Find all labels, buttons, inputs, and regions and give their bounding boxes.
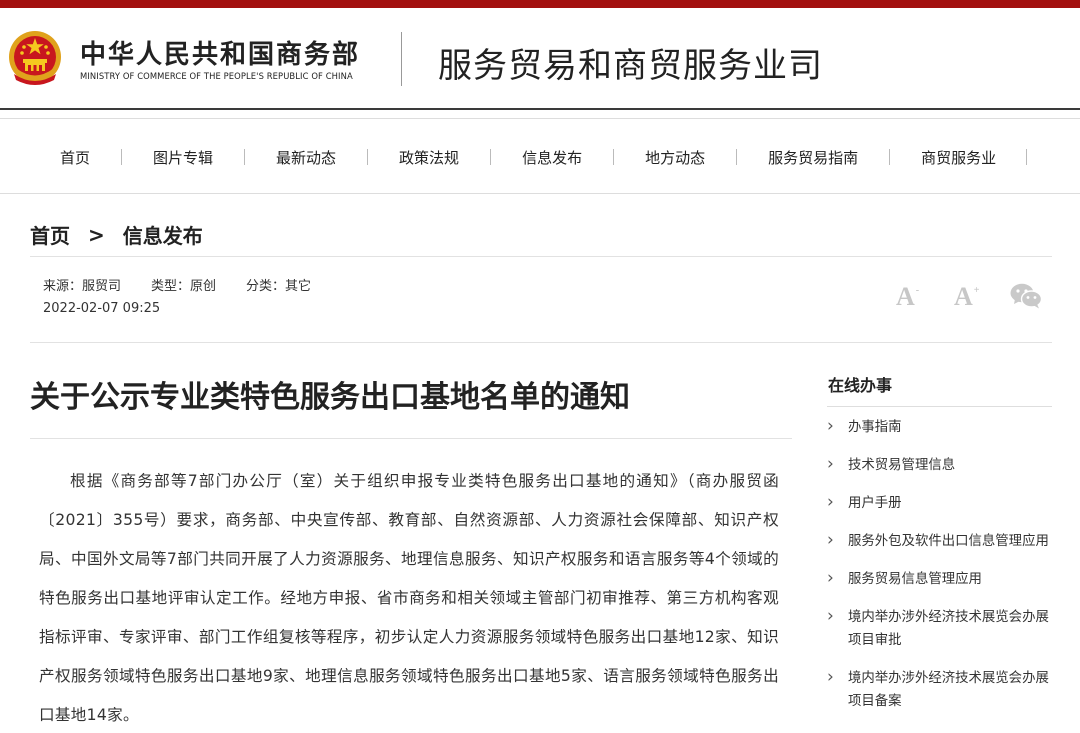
meta-type: 类型：原创 bbox=[151, 279, 217, 294]
nav-separator bbox=[121, 149, 123, 165]
font-decrease-sign: - bbox=[915, 285, 920, 297]
meta-date: 2022-02-07 09:25 bbox=[43, 301, 161, 316]
nav-separator bbox=[1026, 149, 1028, 165]
title-divider bbox=[30, 438, 792, 439]
font-decrease-glyph: A bbox=[896, 282, 915, 311]
sidebar-item-exhibition-approval[interactable]: 境内举办涉外经济技术展览会办展项目审批 bbox=[827, 605, 1052, 652]
meta-bottom-divider bbox=[30, 342, 1052, 343]
font-increase-button[interactable]: A+ bbox=[954, 282, 979, 312]
ministry-name-en: MINISTRY OF COMMERCE OF THE PEOPLE'S REP… bbox=[80, 71, 353, 81]
breadcrumb-separator: > bbox=[88, 222, 105, 247]
sidebar-title: 在线办事 bbox=[827, 360, 1052, 407]
main-nav: 首页 图片专辑 最新动态 政策法规 信息发布 地方动态 服务贸易指南 商贸服务业 bbox=[0, 118, 1080, 194]
ministry-name-cn[interactable]: 中华人民共和国商务部 bbox=[80, 34, 360, 71]
font-decrease-button[interactable]: A- bbox=[896, 282, 919, 312]
nav-item-latest-news[interactable]: 最新动态 bbox=[276, 147, 336, 168]
nav-item-photo-albums[interactable]: 图片专辑 bbox=[153, 147, 213, 168]
meta-divider bbox=[30, 256, 1052, 257]
national-emblem-icon[interactable] bbox=[8, 30, 62, 88]
sidebar-item-exhibition-filing[interactable]: 境内举办涉外经济技术展览会办展项目备案 bbox=[827, 666, 1052, 713]
wechat-icon[interactable] bbox=[1010, 283, 1042, 309]
sidebar-item-trade-info-system[interactable]: 服务贸易信息管理应用 bbox=[827, 567, 1052, 591]
sidebar-item-outsourcing-system[interactable]: 服务外包及软件出口信息管理应用 bbox=[827, 529, 1052, 553]
site-header: 中华人民共和国商务部 MINISTRY OF COMMERCE OF THE P… bbox=[0, 8, 1080, 110]
online-services-sidebar: 在线办事 办事指南 技术贸易管理信息 用户手册 服务外包及软件出口信息管理应用 … bbox=[827, 360, 1052, 728]
meta-category: 分类：其它 bbox=[246, 279, 312, 294]
article-body: 根据《商务部等7部门办公厅（室）关于组织申报专业类特色服务出口基地的通知》（商办… bbox=[39, 472, 779, 724]
nav-item-policies[interactable]: 政策法规 bbox=[399, 147, 459, 168]
nav-separator bbox=[736, 149, 738, 165]
nav-item-home[interactable]: 首页 bbox=[60, 147, 90, 168]
nav-separator bbox=[490, 149, 492, 165]
nav-item-commerce-services[interactable]: 商贸服务业 bbox=[921, 147, 996, 168]
font-increase-sign: + bbox=[973, 285, 980, 297]
font-increase-glyph: A bbox=[954, 282, 973, 311]
nav-item-local-news[interactable]: 地方动态 bbox=[645, 147, 705, 168]
header-divider bbox=[401, 32, 402, 86]
sidebar-item-tech-trade-info[interactable]: 技术贸易管理信息 bbox=[827, 453, 1052, 477]
department-title[interactable]: 服务贸易和商贸服务业司 bbox=[438, 38, 823, 87]
sidebar-list: 办事指南 技术贸易管理信息 用户手册 服务外包及软件出口信息管理应用 服务贸易信… bbox=[827, 415, 1052, 713]
nav-separator bbox=[613, 149, 615, 165]
article-meta: 来源：服贸司 类型：原创 分类：其它 bbox=[43, 275, 311, 294]
sidebar-item-user-manual[interactable]: 用户手册 bbox=[827, 491, 1052, 515]
breadcrumb-current[interactable]: 信息发布 bbox=[123, 220, 203, 249]
breadcrumb-home[interactable]: 首页 bbox=[30, 220, 70, 249]
nav-separator bbox=[889, 149, 891, 165]
meta-source: 来源：服贸司 bbox=[43, 279, 122, 294]
top-accent-bar bbox=[0, 0, 1080, 8]
nav-item-trade-guide[interactable]: 服务贸易指南 bbox=[768, 147, 858, 168]
breadcrumb: 首页 > 信息发布 bbox=[30, 220, 203, 249]
nav-separator bbox=[244, 149, 246, 165]
nav-item-announcements[interactable]: 信息发布 bbox=[522, 147, 582, 168]
nav-separator bbox=[367, 149, 369, 165]
article-title: 关于公示专业类特色服务出口基地名单的通知 bbox=[30, 380, 630, 415]
sidebar-item-guide[interactable]: 办事指南 bbox=[827, 415, 1052, 439]
